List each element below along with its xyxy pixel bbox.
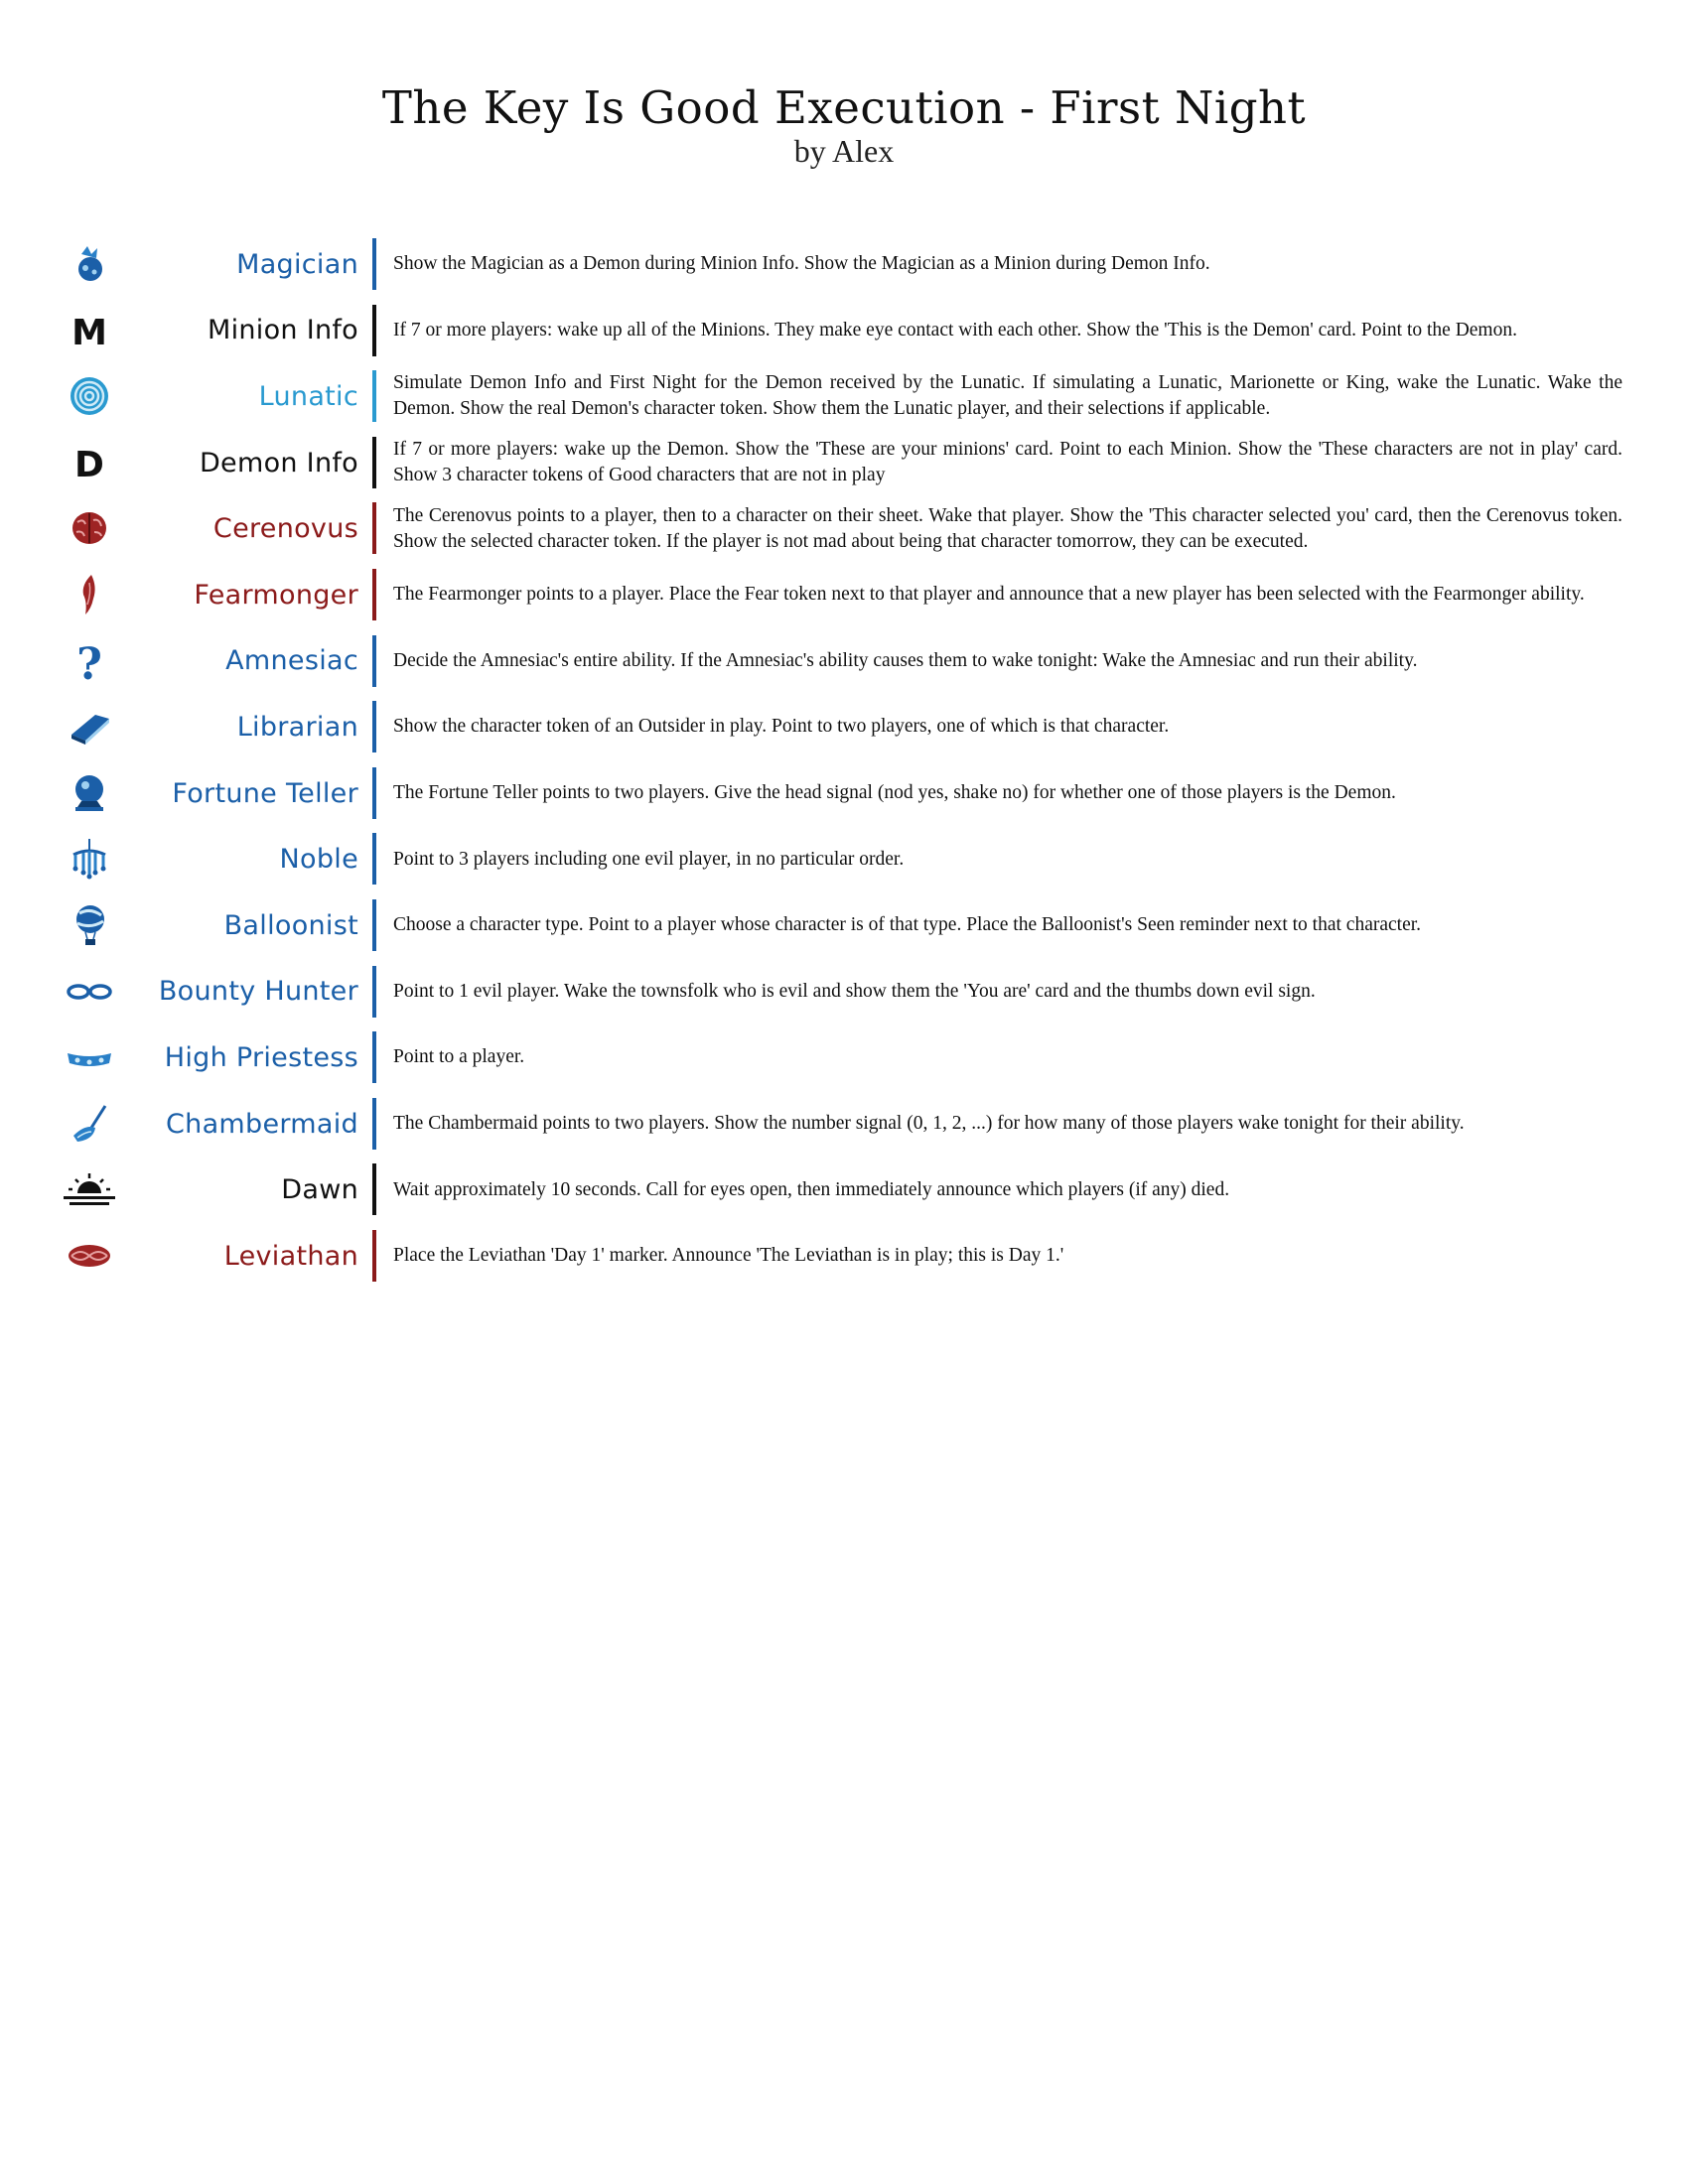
night-order-row-demon-info: D Demon Info If 7 or more players: wake … bbox=[0, 430, 1688, 496]
character-name: Magician bbox=[236, 248, 358, 280]
reminder-text: Point to 3 players including one evil pl… bbox=[393, 848, 905, 870]
header: The Key Is Good Execution - First Night … bbox=[0, 81, 1688, 167]
reminder-text: The Cerenovus points to a player, then t… bbox=[393, 504, 1622, 552]
character-name: Amnesiac bbox=[225, 645, 358, 677]
reminder-text: If 7 or more players: wake up the Demon.… bbox=[393, 439, 1622, 486]
team-divider bbox=[372, 898, 376, 951]
character-name: Dawn bbox=[281, 1174, 358, 1206]
night-order-row-lunatic: Lunatic Simulate Demon Info and First Ni… bbox=[0, 363, 1688, 430]
team-divider bbox=[372, 1229, 376, 1282]
reminder-text: The Fearmonger points to a player. Place… bbox=[393, 584, 1585, 606]
night-order-row-amnesiac: ? Amnesiac Decide the Amnesiac's entire … bbox=[0, 628, 1688, 695]
team-divider bbox=[372, 1031, 376, 1084]
team-divider bbox=[372, 965, 376, 1018]
team-divider bbox=[372, 502, 376, 555]
night-order-row-librarian: Librarian Show the character token of an… bbox=[0, 694, 1688, 760]
reminder-text: Wait approximately 10 seconds. Call for … bbox=[393, 1178, 1230, 1200]
night-order-row-magician: Magician Show the Magician as a Demon du… bbox=[0, 231, 1688, 298]
team-divider bbox=[372, 1163, 376, 1216]
character-name: Minion Info bbox=[207, 315, 358, 346]
reminder-text: Decide the Amnesiac's entire ability. If… bbox=[393, 649, 1418, 671]
page-title: The Key Is Good Execution - First Night bbox=[381, 81, 1307, 134]
night-order-list: Magician Show the Magician as a Demon du… bbox=[0, 231, 1688, 1290]
night-order-row-high-priestess: High Priestess Point to a player. bbox=[0, 1024, 1688, 1091]
character-name: High Priestess bbox=[164, 1041, 358, 1073]
night-order-row-dawn: Dawn Wait approximately 10 seconds. Call… bbox=[0, 1157, 1688, 1223]
character-name: Balloonist bbox=[223, 909, 358, 941]
night-order-row-noble: Noble Point to 3 players including one e… bbox=[0, 826, 1688, 892]
night-order-row-leviathan: Leviathan Place the Leviathan 'Day 1' ma… bbox=[0, 1223, 1688, 1290]
character-name: Fortune Teller bbox=[172, 777, 358, 809]
reminder-text: The Chambermaid points to two players. S… bbox=[393, 1113, 1465, 1135]
reminder-text: Place the Leviathan 'Day 1' marker. Anno… bbox=[393, 1245, 1064, 1267]
night-order-row-balloonist: Balloonist Choose a character type. Poin… bbox=[0, 892, 1688, 959]
night-order-row-fearmonger: Fearmonger The Fearmonger points to a pl… bbox=[0, 562, 1688, 628]
character-name: Leviathan bbox=[223, 1240, 358, 1272]
team-divider bbox=[372, 370, 376, 423]
night-order-row-fortune-teller: Fortune Teller The Fortune Teller points… bbox=[0, 760, 1688, 827]
character-name: Noble bbox=[279, 844, 358, 876]
character-name: Cerenovus bbox=[212, 513, 358, 545]
reminder-text: Simulate Demon Info and First Night for … bbox=[393, 372, 1622, 420]
character-name: Bounty Hunter bbox=[158, 976, 358, 1008]
team-divider bbox=[372, 833, 376, 886]
reminder-text: Show the character token of an Outsider … bbox=[393, 716, 1170, 738]
reminder-text: Point to 1 evil player. Wake the townsfo… bbox=[393, 980, 1316, 1002]
team-divider bbox=[372, 568, 376, 620]
character-name: Lunatic bbox=[258, 380, 358, 412]
reminder-text: Choose a character type. Point to a play… bbox=[393, 914, 1422, 936]
page-subtitle: by Alex bbox=[793, 133, 895, 169]
team-divider bbox=[372, 304, 376, 356]
team-divider bbox=[372, 766, 376, 819]
reminder-text: Point to a player. bbox=[393, 1046, 525, 1068]
team-divider bbox=[372, 436, 376, 488]
night-order-row-cerenovus: Cerenovus The Cerenovus points to a play… bbox=[0, 495, 1688, 562]
character-name: Chambermaid bbox=[166, 1108, 358, 1140]
character-name: Fearmonger bbox=[194, 579, 358, 611]
team-divider bbox=[372, 634, 376, 687]
character-name: Demon Info bbox=[199, 447, 358, 478]
reminder-text: If 7 or more players: wake up all of the… bbox=[393, 319, 1517, 341]
night-order-row-bounty-hunter: Bounty Hunter Point to 1 evil player. Wa… bbox=[0, 959, 1688, 1025]
night-order-row-chambermaid: Chambermaid The Chambermaid points to tw… bbox=[0, 1091, 1688, 1158]
team-divider bbox=[372, 701, 376, 753]
reminder-text: The Fortune Teller points to two players… bbox=[393, 782, 1396, 804]
night-order-row-minion-info: M Minion Info If 7 or more players: wake… bbox=[0, 298, 1688, 364]
team-divider bbox=[372, 238, 376, 290]
reminder-text: Show the Magician as a Demon during Mini… bbox=[393, 253, 1210, 275]
team-divider bbox=[372, 1097, 376, 1150]
character-name: Librarian bbox=[236, 711, 358, 743]
